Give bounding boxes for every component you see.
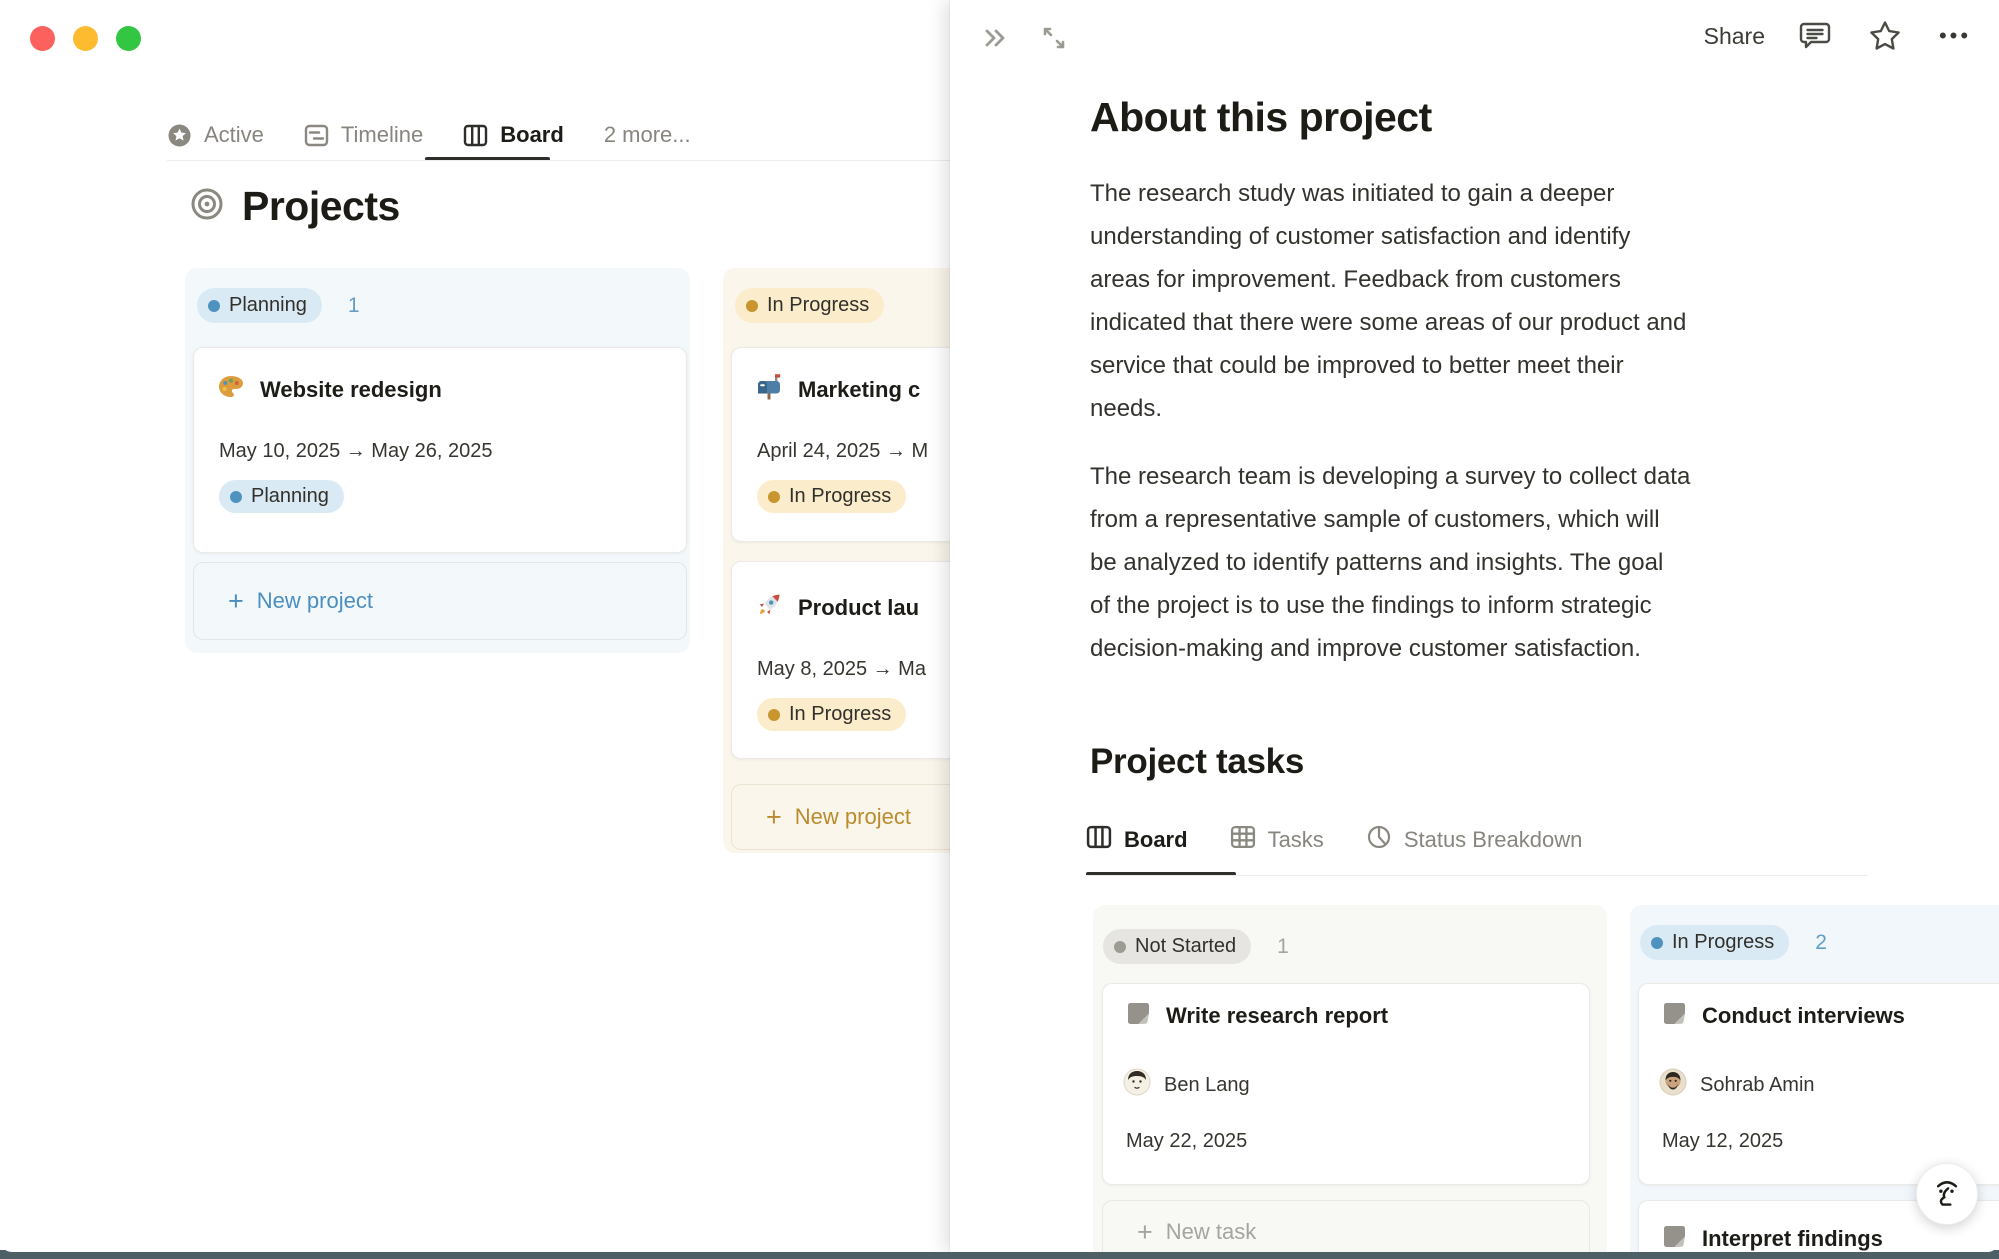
view-tabs: Active Timeline Board 2 more... [167, 112, 731, 158]
status-dot [208, 300, 220, 312]
status-dot [1651, 937, 1663, 949]
tab-label: Timeline [341, 122, 423, 148]
new-project-button[interactable]: + New project [731, 784, 950, 850]
ai-assistant-button[interactable] [1916, 1163, 1978, 1225]
project-card-marketing[interactable]: Marketing c April 24, 2025 → M In Progre… [731, 347, 950, 542]
tab-board[interactable]: Board [463, 122, 564, 148]
project-card-website-redesign[interactable]: Website redesign May 10, 2025 → May 26, … [193, 347, 687, 553]
tab-label: Status Breakdown [1404, 827, 1583, 853]
status-pill-in-progress[interactable]: In Progress [1640, 925, 1789, 960]
task-card-conduct-interviews[interactable]: Conduct interviews Sohrab Amin May 12, 2… [1638, 983, 1999, 1185]
card-title: Website redesign [260, 377, 442, 403]
card-title: Conduct interviews [1702, 1003, 1905, 1029]
tab-active[interactable]: Active [167, 122, 264, 148]
column-count: 1 [348, 294, 360, 318]
target-page-icon[interactable] [190, 187, 224, 226]
plus-icon: + [766, 804, 782, 831]
tab-label: Active [204, 122, 264, 148]
card-date-range: May 10, 2025 → May 26, 2025 [219, 440, 493, 463]
card-status-tag[interactable]: Planning [219, 480, 344, 513]
tab-label: Tasks [1268, 827, 1324, 853]
board-icon [1086, 824, 1112, 856]
assignee-name: Sohrab Amin [1700, 1074, 1815, 1097]
column-planning: Planning 1 Website redesign May 10, 2025… [185, 268, 690, 653]
card-date-range: May 8, 2025 → Ma [757, 658, 926, 681]
task-column-not-started: Not Started 1 Write research report Ben … [1093, 905, 1607, 1252]
card-title: Product lau [798, 595, 919, 621]
favorite-button[interactable] [1865, 16, 1905, 56]
avatar-ben-lang [1123, 1068, 1151, 1102]
about-paragraph-1: The research study was initiated to gain… [1090, 172, 1920, 430]
column-count: 1 [1277, 935, 1289, 959]
avatar-sohrab-amin [1659, 1068, 1687, 1102]
card-due-date: May 22, 2025 [1126, 1130, 1247, 1153]
pie-chart-icon [1366, 824, 1392, 856]
share-button[interactable]: Share [1704, 23, 1765, 50]
status-pill-planning[interactable]: Planning [197, 288, 322, 323]
tab-tasks-board[interactable]: Board [1086, 824, 1188, 856]
assignee-name: Ben Lang [1164, 1074, 1250, 1097]
card-date-range: April 24, 2025 → M [757, 440, 928, 463]
double-chevron-right-icon [981, 23, 1011, 53]
status-dot [230, 491, 242, 503]
board-icon [463, 123, 488, 148]
status-pill-in-progress[interactable]: In Progress [735, 288, 884, 323]
page-icon [1125, 1000, 1152, 1032]
expand-diagonal-icon [1039, 23, 1069, 53]
expand-page-button[interactable] [1034, 18, 1074, 58]
ai-face-icon [1927, 1174, 1967, 1214]
star-icon [1867, 18, 1903, 54]
star-circle-icon [167, 123, 192, 148]
close-peek-button[interactable] [976, 18, 1016, 58]
section-heading-about: About this project [1090, 94, 1432, 141]
tasks-view-tabs: Board Tasks Status Breakdown [1086, 824, 1624, 856]
card-title: Write research report [1166, 1003, 1388, 1029]
card-status-tag[interactable]: In Progress [757, 698, 906, 731]
projects-page: Active Timeline Board 2 more... [0, 0, 950, 1252]
tabs-divider [1086, 875, 1868, 876]
new-task-button[interactable]: + New task [1102, 1200, 1590, 1252]
status-dot [746, 300, 758, 312]
card-due-date: May 12, 2025 [1662, 1130, 1783, 1153]
section-heading-tasks: Project tasks [1090, 742, 1304, 782]
plus-icon: + [228, 588, 244, 615]
page-title: Projects [242, 183, 400, 230]
ellipsis-icon: ••• [1939, 23, 1971, 49]
tab-label: 2 more... [604, 122, 691, 148]
card-title: Interpret findings [1702, 1226, 1883, 1252]
tab-more-views[interactable]: 2 more... [604, 122, 691, 148]
tab-label: Board [1124, 827, 1188, 853]
card-title: Marketing c [798, 377, 920, 403]
status-dot [768, 709, 780, 721]
tab-timeline[interactable]: Timeline [304, 122, 423, 148]
plus-icon: + [1137, 1219, 1153, 1246]
column-in-progress: In Progress Marketing c April 24, 2025 →… [723, 268, 950, 853]
comment-icon [1798, 19, 1832, 53]
project-card-product-launch[interactable]: Product lau May 8, 2025 → Ma In Progress [731, 561, 950, 759]
status-pill-not-started[interactable]: Not Started [1103, 929, 1251, 964]
tab-status-breakdown[interactable]: Status Breakdown [1366, 824, 1583, 856]
page-icon [1661, 1000, 1688, 1032]
card-status-tag[interactable]: In Progress [757, 480, 906, 513]
tabs-divider [167, 160, 950, 161]
tab-tasks-table[interactable]: Tasks [1230, 824, 1324, 856]
page-icon [1661, 1223, 1688, 1252]
palette-icon [216, 372, 246, 407]
side-peek-panel: Share ••• About this project The researc… [950, 0, 1999, 1252]
status-dot [1114, 941, 1126, 953]
tab-label: Board [500, 122, 564, 148]
rocket-icon [754, 590, 784, 625]
more-options-button[interactable]: ••• [1935, 16, 1975, 56]
timeline-icon [304, 123, 329, 148]
about-paragraph-2: The research team is developing a survey… [1090, 455, 1920, 670]
mailbox-icon [754, 372, 784, 407]
comments-button[interactable] [1795, 16, 1835, 56]
task-card-write-research-report[interactable]: Write research report Ben Lang May 22, 2… [1102, 983, 1590, 1185]
new-project-button[interactable]: + New project [193, 562, 687, 640]
table-icon [1230, 824, 1256, 856]
status-dot [768, 491, 780, 503]
app-window: Active Timeline Board 2 more... [0, 0, 1999, 1252]
column-count: 2 [1815, 931, 1827, 955]
